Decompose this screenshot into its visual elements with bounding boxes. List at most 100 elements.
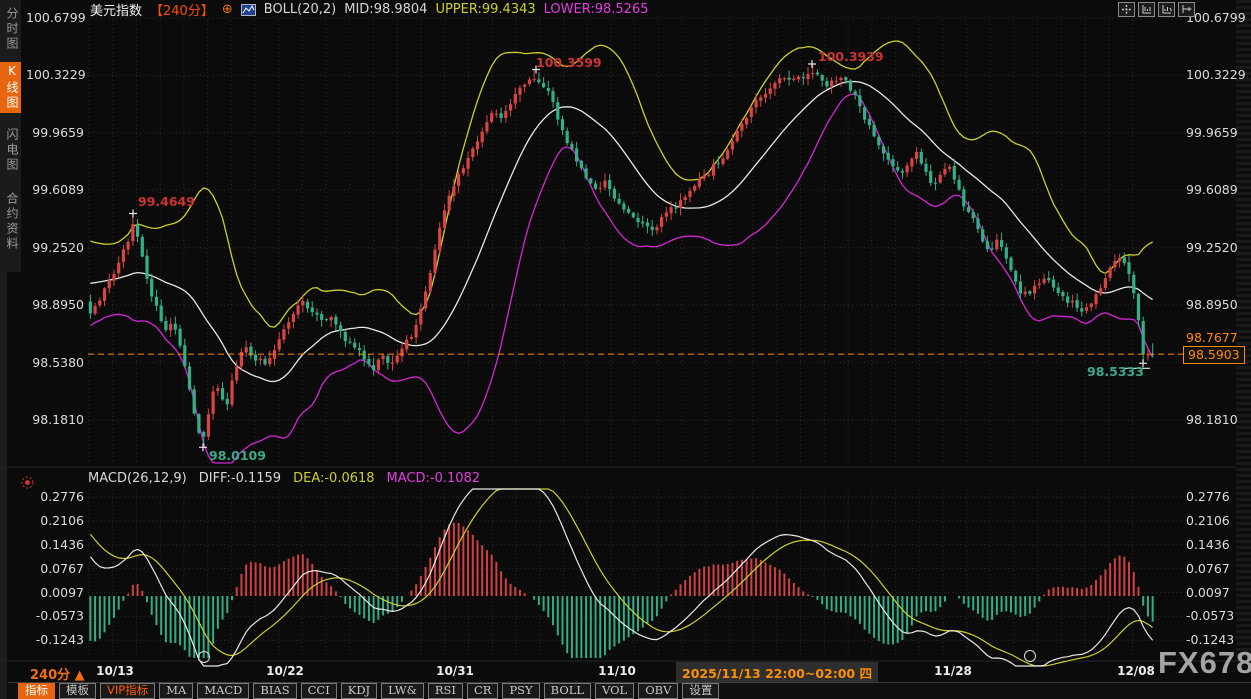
candle-body (448, 196, 451, 211)
candle-body (1090, 304, 1093, 307)
candle-body (471, 149, 474, 158)
candle-body (693, 186, 696, 191)
candle-body (703, 175, 706, 178)
candle-body (424, 292, 427, 309)
candle-body (278, 339, 281, 349)
period-selector[interactable]: 240分 ▲ (30, 664, 85, 683)
macd-axis-label-left: 0.0097 (26, 586, 84, 600)
toolbar-item-RSI[interactable]: RSI (428, 683, 463, 699)
candle-body (325, 319, 328, 320)
candle-body (1061, 292, 1064, 296)
candle-body (1094, 294, 1097, 304)
candle-body (736, 131, 739, 142)
candle-body (1127, 262, 1130, 274)
indicator-chart-icon[interactable] (241, 4, 256, 16)
candle-body (221, 388, 224, 399)
candle-body (882, 146, 885, 153)
candle-body (259, 359, 262, 361)
candle-body (887, 153, 890, 160)
candle-body (353, 343, 356, 348)
candle-body (1047, 278, 1050, 280)
price-annotation-low: 98.0109 (209, 448, 266, 463)
toolbar-item-CCI[interactable]: CCI (301, 683, 337, 699)
axis-compress-right-icon[interactable] (1158, 2, 1175, 17)
candle-body (948, 167, 951, 169)
candle-body (811, 73, 814, 74)
crosshair-tool-icon[interactable] (1118, 2, 1135, 17)
candle-body (377, 360, 380, 371)
candle-body (835, 81, 838, 82)
candle-body (1033, 286, 1036, 294)
candle-body (646, 223, 649, 227)
candle-body (863, 107, 866, 120)
candle-body (452, 186, 455, 196)
candle-body (1123, 257, 1126, 263)
candle-body (89, 302, 92, 314)
candle-body (778, 78, 781, 83)
toolbar-item-MA[interactable]: MA (159, 683, 193, 699)
toolbar-item-设置[interactable]: 设置 (682, 683, 719, 699)
candle-body (386, 356, 389, 363)
candle-body (556, 102, 559, 119)
candle-body (391, 362, 394, 363)
candle-body (1038, 284, 1041, 285)
toolbar-item-PSY[interactable]: PSY (502, 683, 539, 699)
macd-macd-value: MACD:-0.1082 (387, 471, 481, 486)
sidebar-item-1[interactable]: 分时图 (0, 5, 21, 54)
candle-body (551, 91, 554, 102)
macd-axis-label-right: 0.2776 (1186, 490, 1248, 504)
candle-body (400, 349, 403, 357)
candle-body (972, 212, 975, 218)
boll-params-label: BOLL(20,2) (264, 2, 337, 17)
toolbar-item-KDJ[interactable]: KDJ (341, 683, 377, 699)
candle-body (226, 399, 229, 405)
toolbar-item-VIP指标[interactable]: VIP指标 (100, 683, 155, 699)
crosshair-date-tooltip: 2025/11/13 22:00~02:00 四 (676, 662, 878, 683)
candle-body (561, 119, 564, 130)
candle-body (216, 388, 219, 391)
toolbar-item-BIAS[interactable]: BIAS (253, 683, 296, 699)
x-axis-date-label: 11/28 (918, 664, 988, 678)
toolbar-item-CR[interactable]: CR (467, 683, 498, 699)
toolbar-item-BOLL[interactable]: BOLL (544, 683, 591, 699)
boll-mid-value: MID:98.9804 (344, 2, 427, 17)
candle-body (769, 88, 772, 94)
candle-body (287, 322, 290, 329)
kline-chart-canvas[interactable] (0, 0, 1251, 699)
period-label: 【240分】 (150, 0, 214, 19)
toolbar-item-LW&[interactable]: LW& (381, 683, 424, 699)
candle-body (301, 301, 304, 305)
price-axis-label-right: 98.8950 (1186, 298, 1248, 312)
candle-body (788, 78, 791, 80)
candle-body (443, 210, 446, 228)
toolbar-item-VOL[interactable]: VOL (595, 683, 634, 699)
candle-body (627, 209, 630, 213)
toolbar-item-MACD[interactable]: MACD (197, 683, 249, 699)
toolbar-item-OBV[interactable]: OBV (638, 683, 678, 699)
candle-body (382, 356, 385, 359)
sidebar-item-2[interactable]: K线图 (0, 62, 21, 113)
candle-body (570, 144, 573, 150)
axis-compress-left-icon[interactable] (1138, 2, 1155, 17)
candle-body (98, 301, 101, 306)
sidebar-item-3[interactable]: 闪电图 (0, 126, 21, 175)
candle-body (877, 137, 880, 145)
x-axis-date-label: 10/31 (420, 664, 490, 678)
toolbar-item-模板[interactable]: 模板 (59, 683, 96, 699)
candle-body (202, 432, 205, 437)
candle-body (641, 222, 644, 224)
axis-expand-right-icon[interactable] (1178, 2, 1195, 17)
candle-body (1142, 321, 1145, 354)
candle-body (263, 359, 266, 364)
macd-axis-label-left: -0.1243 (26, 633, 84, 647)
circle-plus-icon[interactable]: ⊕ (222, 3, 233, 16)
boll-middle-band (90, 82, 1152, 382)
candle-body (117, 263, 120, 273)
toolbar-item-指标[interactable]: 指标 (18, 683, 55, 699)
candle-body (802, 77, 805, 78)
sidebar-item-4[interactable]: 合约资料 (0, 190, 21, 254)
candle-body (981, 229, 984, 241)
candle-body (792, 79, 795, 80)
macd-axis-label-right: 0.0767 (1186, 562, 1248, 576)
candle-body (707, 175, 710, 176)
